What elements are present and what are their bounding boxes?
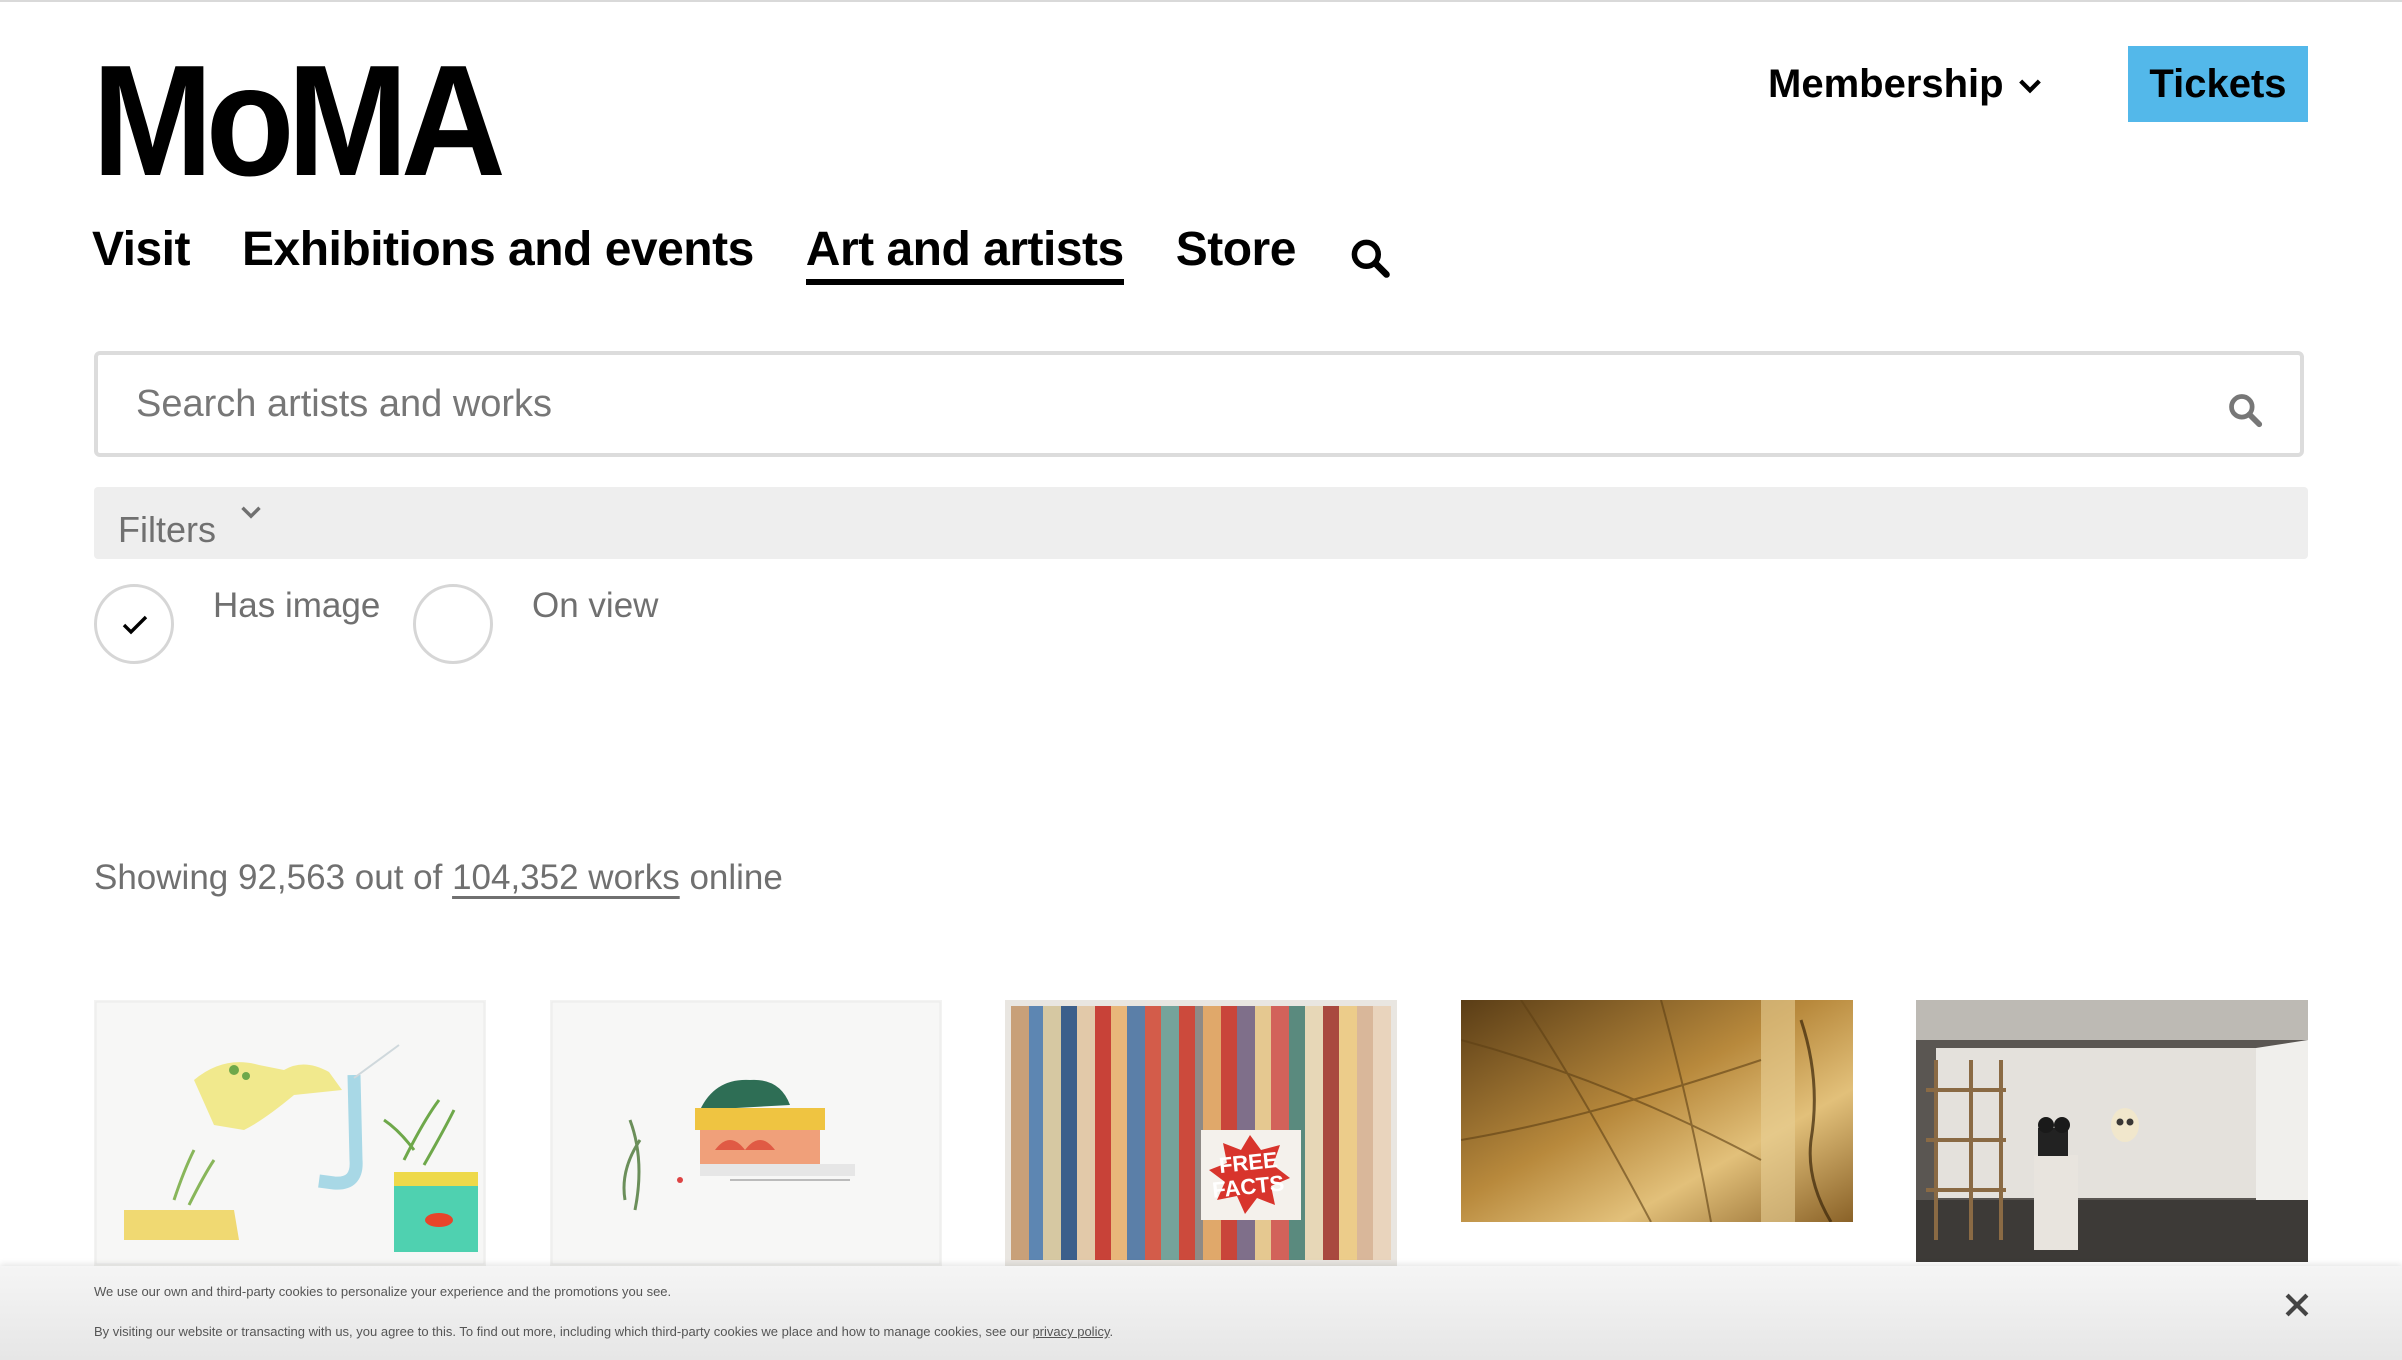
artwork-drawing-colorful-structure bbox=[550, 1000, 942, 1266]
search-box bbox=[94, 351, 2304, 457]
artwork-installation-gallery bbox=[1916, 1000, 2308, 1262]
has-image-checkbox[interactable] bbox=[94, 584, 174, 664]
on-view-label: On view bbox=[532, 586, 659, 625]
results-prefix: Showing 92,563 out of bbox=[94, 858, 443, 897]
has-image-label: Has image bbox=[213, 586, 381, 625]
chevron-down-icon bbox=[2018, 78, 2041, 93]
filters-toggle[interactable]: Filters bbox=[94, 487, 2308, 559]
artwork-thumbnail[interactable] bbox=[550, 1000, 942, 1266]
cookie-text-body: By visiting our website or transacting w… bbox=[94, 1324, 1029, 1339]
artwork-thumbnail[interactable] bbox=[1461, 1000, 1853, 1222]
moma-logo[interactable]: MoMA bbox=[92, 42, 506, 200]
artwork-leaf-closeup bbox=[1461, 1000, 1853, 1222]
artwork-striped-book-free-facts: FREE FACTS bbox=[1005, 1000, 1397, 1266]
cookie-banner: We use our own and third-party cookies t… bbox=[0, 1266, 2402, 1360]
nav-art-and-artists[interactable]: Art and artists bbox=[805, 222, 1124, 285]
search-input[interactable] bbox=[98, 355, 2300, 453]
membership-menu[interactable]: Membership bbox=[1768, 62, 2046, 107]
search-icon[interactable] bbox=[2226, 391, 2264, 429]
results-suffix: online bbox=[689, 858, 783, 897]
search-icon[interactable] bbox=[1348, 236, 1392, 280]
filters-label: Filters bbox=[118, 509, 216, 550]
total-works-link[interactable]: 104,352 works bbox=[452, 858, 680, 897]
membership-label: Membership bbox=[1768, 62, 2004, 106]
artwork-thumbnail[interactable] bbox=[94, 1000, 486, 1266]
on-view-checkbox[interactable] bbox=[413, 584, 493, 664]
close-icon[interactable] bbox=[2280, 1288, 2314, 1322]
nav-store[interactable]: Store bbox=[1176, 222, 1297, 277]
chevron-down-icon bbox=[241, 506, 261, 519]
cookie-text-line-2: By visiting our website or transacting w… bbox=[94, 1324, 1113, 1339]
cookie-text-line-1: We use our own and third-party cookies t… bbox=[94, 1284, 672, 1299]
artwork-drawing-plants-fish bbox=[94, 1000, 486, 1266]
tickets-button[interactable]: Tickets bbox=[2128, 46, 2308, 122]
top-border bbox=[0, 0, 2402, 2]
cookie-text-end: . bbox=[1109, 1324, 1114, 1339]
checkmark-icon bbox=[122, 615, 148, 635]
artwork-thumbnail[interactable] bbox=[1916, 1000, 2308, 1262]
results-count: Showing 92,563 out of 104,352 works onli… bbox=[94, 858, 783, 898]
nav-visit[interactable]: Visit bbox=[92, 222, 191, 277]
artwork-thumbnail[interactable]: FREE FACTS bbox=[1005, 1000, 1397, 1266]
main-nav: Visit Exhibitions and events Art and art… bbox=[92, 222, 1392, 285]
privacy-policy-link[interactable]: privacy policy bbox=[1032, 1324, 1109, 1339]
nav-exhibitions-and-events[interactable]: Exhibitions and events bbox=[242, 222, 754, 277]
